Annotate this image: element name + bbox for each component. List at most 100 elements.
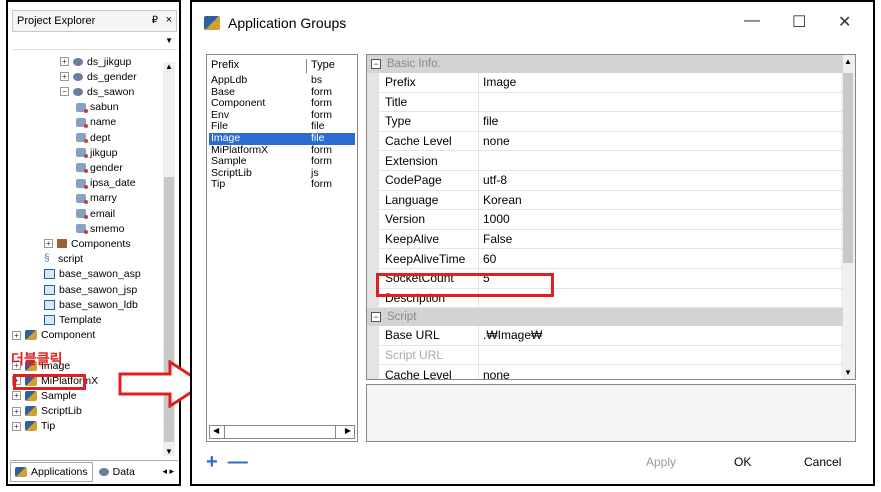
- list-item[interactable]: Tip form: [209, 179, 355, 191]
- tree-node-label: jikgup: [90, 146, 118, 159]
- scrollbar-thumb[interactable]: [843, 73, 853, 263]
- hscroll-track[interactable]: [224, 426, 336, 438]
- list-item[interactable]: ScriptLib js: [209, 167, 355, 180]
- tree-node[interactable]: dept: [76, 130, 110, 145]
- collapse-icon[interactable]: −: [60, 87, 69, 97]
- tree-node[interactable]: + Sample: [12, 388, 77, 403]
- list-item[interactable]: AppLdb bs: [209, 74, 355, 87]
- tree-node[interactable]: base_sawon_ldb: [44, 297, 138, 312]
- property-value[interactable]: Image: [479, 73, 516, 92]
- property-value[interactable]: [479, 151, 483, 170]
- expand-icon[interactable]: +: [12, 330, 21, 340]
- tree-node[interactable]: ipsa_date: [76, 176, 136, 191]
- tree-node[interactable]: name: [76, 115, 116, 130]
- property-value[interactable]: utf-8: [479, 171, 507, 190]
- tab-data[interactable]: Data: [95, 462, 139, 482]
- close-button[interactable]: ✕: [838, 12, 851, 32]
- tree-node-label: Sample: [41, 389, 77, 402]
- property-value[interactable]: False: [479, 230, 512, 249]
- ok-button[interactable]: OK: [734, 455, 751, 469]
- base-url-highlight: [376, 273, 554, 297]
- section-script[interactable]: − Script: [367, 308, 843, 327]
- tree-node[interactable]: base_sawon_jsp: [44, 282, 137, 297]
- tree-node[interactable]: + ds_gender: [60, 69, 137, 84]
- tree-node-label: marry: [90, 192, 117, 205]
- tree-node[interactable]: email: [76, 206, 115, 221]
- add-button[interactable]: +: [206, 451, 218, 474]
- property-value[interactable]: 1000: [479, 210, 510, 229]
- property-value[interactable]: 60: [479, 249, 496, 268]
- tree-node[interactable]: + Tip: [12, 419, 55, 434]
- column-header-type[interactable]: Type: [307, 59, 335, 73]
- expand-icon[interactable]: +: [60, 72, 69, 82]
- tree-node[interactable]: sabun: [76, 100, 119, 115]
- tree-node[interactable]: gender: [76, 160, 123, 175]
- pin-icon[interactable]: ₽: [152, 15, 158, 26]
- list-item[interactable]: Component form: [209, 98, 355, 110]
- column-header-prefix[interactable]: Prefix: [209, 59, 307, 73]
- tree-node[interactable]: smemo: [76, 221, 124, 236]
- property-value[interactable]: none: [479, 365, 510, 379]
- scroll-up-icon[interactable]: ▲: [844, 57, 852, 66]
- property-row[interactable]: Prefix Image: [379, 73, 843, 93]
- property-row[interactable]: KeepAlive False: [379, 229, 843, 250]
- expand-icon[interactable]: +: [12, 406, 21, 416]
- expand-icon[interactable]: +: [12, 421, 21, 431]
- tree-node[interactable]: + ds_jikgup: [60, 54, 131, 69]
- section-basic-info[interactable]: − Basic Info.: [367, 55, 843, 73]
- tree-node[interactable]: Template: [44, 312, 102, 327]
- tree-node[interactable]: § script: [44, 252, 83, 267]
- chevron-down-icon[interactable]: ▼: [165, 36, 173, 45]
- property-row[interactable]: Type file: [379, 112, 843, 132]
- tree-node[interactable]: − ds_sawon: [60, 84, 134, 99]
- tab-scroll-arrows-icon[interactable]: ◂ ▸: [162, 466, 178, 477]
- expand-icon[interactable]: +: [60, 57, 69, 66]
- tree-node[interactable]: + Components: [44, 236, 131, 251]
- tree-node[interactable]: base_sawon_asp: [44, 267, 141, 282]
- minimize-button[interactable]: —: [744, 12, 760, 30]
- scroll-left-icon[interactable]: ◀: [213, 426, 219, 435]
- property-row[interactable]: Cache Level none: [379, 365, 843, 379]
- close-icon[interactable]: ×: [166, 14, 172, 26]
- prefix-list-hscrollbar[interactable]: ◀ ▶: [209, 425, 355, 439]
- scroll-down-icon[interactable]: ▼: [165, 447, 173, 456]
- property-row[interactable]: Extension: [379, 151, 843, 171]
- apply-button[interactable]: Apply: [646, 455, 676, 469]
- property-row[interactable]: Title: [379, 92, 843, 113]
- scroll-right-icon[interactable]: ▶: [345, 426, 351, 435]
- list-item[interactable]: Image file: [209, 132, 355, 145]
- property-row[interactable]: CodePage utf-8: [379, 171, 843, 191]
- tree-node[interactable]: marry: [76, 191, 117, 206]
- property-row[interactable]: KeepAliveTime 60: [379, 249, 843, 269]
- expand-icon[interactable]: +: [12, 391, 21, 401]
- property-description-box: [366, 384, 856, 442]
- property-value[interactable]: file: [479, 112, 498, 131]
- property-value[interactable]: Korean: [479, 191, 522, 210]
- property-row[interactable]: Script URL: [379, 345, 843, 366]
- property-value[interactable]: .₩Image₩: [479, 326, 542, 345]
- tree-node[interactable]: + Component: [12, 328, 95, 343]
- property-row[interactable]: Cache Level none: [379, 131, 843, 152]
- property-row[interactable]: Language Korean: [379, 190, 843, 211]
- database-icon: [73, 87, 83, 96]
- property-row[interactable]: Version 1000: [379, 210, 843, 230]
- property-row[interactable]: Base URL .₩Image₩: [379, 326, 843, 346]
- cancel-button[interactable]: Cancel: [804, 455, 841, 469]
- tab-applications[interactable]: Applications: [10, 461, 93, 482]
- list-item[interactable]: Env form: [209, 109, 355, 122]
- property-value[interactable]: [479, 346, 483, 365]
- list-item[interactable]: Sample form: [209, 156, 355, 168]
- tree-node[interactable]: jikgup: [76, 145, 117, 160]
- tree-node[interactable]: + ScriptLib: [12, 404, 82, 419]
- property-value[interactable]: none: [479, 132, 510, 151]
- property-value[interactable]: [479, 93, 483, 112]
- scroll-up-icon[interactable]: ▲: [165, 62, 173, 71]
- property-key: Title: [379, 92, 479, 112]
- scroll-down-icon[interactable]: ▼: [844, 368, 852, 377]
- maximize-button[interactable]: ☐: [792, 12, 806, 32]
- expand-icon[interactable]: +: [44, 239, 53, 249]
- collapse-icon[interactable]: −: [371, 59, 381, 69]
- collapse-icon[interactable]: −: [371, 312, 381, 323]
- remove-button[interactable]: —: [228, 451, 248, 474]
- property-grid-scrollbar[interactable]: ▲ ▼: [841, 55, 855, 379]
